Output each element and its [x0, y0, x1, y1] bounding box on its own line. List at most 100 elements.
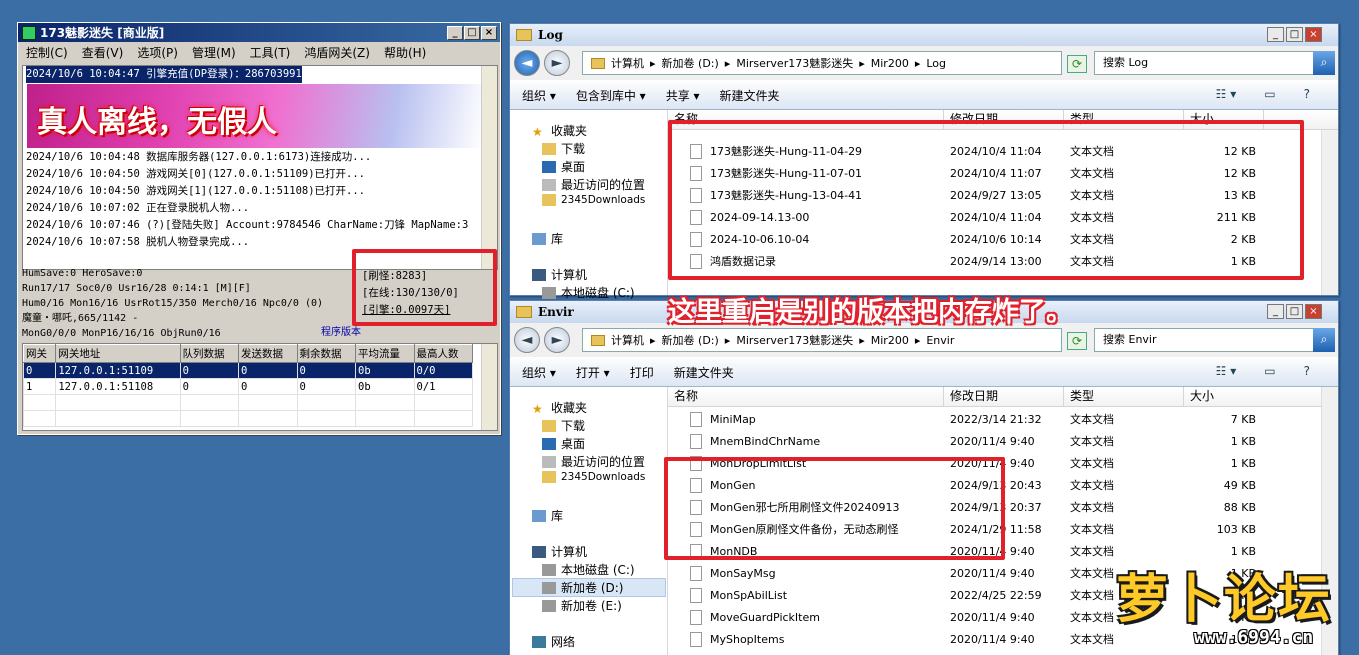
preview-pane-icon[interactable]: ▭ — [1264, 87, 1275, 101]
open-button[interactable]: 打开 ▾ — [576, 364, 610, 381]
col-sent[interactable]: 发送数据 — [238, 344, 298, 363]
nav-library[interactable]: 库 — [532, 507, 563, 524]
folder-icon — [542, 419, 556, 432]
maximize-button[interactable]: □ — [464, 26, 480, 40]
search-input[interactable]: 搜索 Log ⌕ — [1094, 51, 1335, 75]
close-button[interactable]: × — [1305, 304, 1322, 319]
nav-computer[interactable]: 计算机 — [532, 543, 587, 560]
search-icon[interactable]: ⌕ — [1313, 328, 1335, 352]
nav-favorites[interactable]: ★ 收藏夹 — [532, 399, 587, 416]
forward-button[interactable]: ► — [544, 50, 570, 76]
crumb[interactable]: 新加卷 (D:) — [662, 332, 719, 348]
back-button[interactable]: ◄ — [514, 50, 540, 76]
nav-favorites[interactable]: ★ 收藏夹 — [532, 122, 587, 139]
nav-2345downloads[interactable]: 2345Downloads — [542, 471, 645, 483]
col-remain[interactable]: 剩余数据 — [296, 344, 357, 363]
crumb[interactable]: 计算机 — [611, 332, 644, 348]
help-icon[interactable]: ? — [1304, 364, 1310, 378]
log-line: 2024/10/6 10:07:46 (?)[登陆失败] Account:978… — [26, 219, 469, 231]
crumb[interactable]: 新加卷 (D:) — [662, 55, 719, 71]
close-button[interactable]: × — [1305, 27, 1322, 42]
new-folder-button[interactable]: 新建文件夹 — [674, 364, 734, 381]
menu-gateway[interactable]: 鸿盾网关(Z) — [304, 44, 370, 61]
file-type: 文本文档 — [1070, 501, 1114, 514]
back-button[interactable]: ◄ — [514, 327, 540, 353]
crumb[interactable]: Mirserver173魅影迷失 — [736, 55, 853, 71]
share-button[interactable]: 共享 ▾ — [666, 87, 700, 104]
col-type[interactable]: 类型 — [1064, 387, 1184, 406]
file-size: 1 KB — [1230, 434, 1256, 448]
nav-computer[interactable]: 计算机 — [532, 266, 587, 283]
file-row[interactable]: MnemBindChrName 2020/11/4 9:40 文本文档 1 KB — [668, 430, 1338, 452]
col-modified[interactable]: 修改日期 — [944, 387, 1064, 406]
nav-drive-d[interactable]: 新加卷 (D:) — [512, 578, 666, 597]
nav-label: 网络 — [551, 635, 576, 649]
file-type: 文本文档 — [1070, 413, 1114, 426]
help-icon[interactable]: ? — [1304, 87, 1310, 101]
maximize-button[interactable]: □ — [1286, 304, 1303, 319]
menu-control[interactable]: 控制(C) — [26, 44, 68, 61]
nav-desktop[interactable]: 桌面 — [542, 158, 585, 175]
file-name: MiniMap — [710, 412, 756, 426]
col-max-users[interactable]: 最高人数 — [413, 344, 473, 363]
crumb[interactable]: Log — [926, 57, 946, 70]
include-library-button[interactable]: 包含到库中 ▾ — [576, 87, 646, 104]
address-bar[interactable]: 计算机 ▸ 新加卷 (D:) ▸ Mirserver173魅影迷失 ▸ Mir200 ▸… — [582, 328, 1062, 352]
new-folder-button[interactable]: 新建文件夹 — [720, 87, 780, 104]
organize-button[interactable]: 组织 ▾ — [522, 364, 556, 381]
log-scrollbar[interactable] — [481, 66, 497, 269]
menu-help[interactable]: 帮助(H) — [384, 44, 426, 61]
organize-button[interactable]: 组织 ▾ — [522, 87, 556, 104]
menu-tools[interactable]: 工具(T) — [250, 44, 291, 61]
close-button[interactable]: × — [481, 26, 497, 40]
view-icon[interactable]: ☷ ▾ — [1216, 87, 1237, 101]
nav-recent[interactable]: 最近访问的位置 — [542, 453, 645, 470]
print-button[interactable]: 打印 — [630, 364, 654, 381]
file-row[interactable]: MiniMap 2022/3/14 21:32 文本文档 7 KB — [668, 408, 1338, 430]
refresh-icon[interactable]: ⟳ — [1067, 55, 1087, 73]
table-row[interactable]: 0 127.0.0.1:51109 0 0 0 0b 0/0 — [23, 362, 473, 379]
list-scrollbar[interactable] — [1321, 130, 1338, 295]
nav-network[interactable]: 网络 — [532, 633, 575, 650]
maximize-button[interactable]: □ — [1286, 27, 1303, 42]
nav-label: 收藏夹 — [551, 124, 588, 138]
nav-downloads[interactable]: 下载 — [542, 417, 585, 434]
col-address[interactable]: 网关地址 — [55, 344, 181, 363]
col-queue[interactable]: 队列数据 — [179, 344, 240, 363]
computer-icon — [532, 545, 546, 558]
col-size[interactable]: 大小 — [1184, 387, 1324, 406]
crumb[interactable]: Mir200 — [871, 334, 909, 347]
view-icon[interactable]: ☷ ▾ — [1216, 364, 1237, 378]
log-line-selected: 2024/10/6 10:04:47 引擎充值(DP登录)：286703991 — [26, 66, 302, 83]
crumb[interactable]: Envir — [926, 334, 954, 347]
nav-recent[interactable]: 最近访问的位置 — [542, 176, 645, 193]
nav-drive-c[interactable]: 本地磁盘 (C:) — [542, 284, 635, 301]
forward-button[interactable]: ► — [544, 327, 570, 353]
minimize-button[interactable]: _ — [1267, 27, 1284, 42]
crumb[interactable]: Mir200 — [871, 57, 909, 70]
col-name[interactable]: 名称 — [668, 387, 944, 406]
crumb[interactable]: Mirserver173魅影迷失 — [736, 332, 853, 348]
log-console[interactable]: 2024/10/6 10:04:47 引擎充值(DP登录)：286703991 … — [22, 65, 498, 270]
nav-library[interactable]: 库 — [532, 230, 563, 247]
minimize-button[interactable]: _ — [447, 26, 463, 40]
col-gate[interactable]: 网关 — [23, 344, 57, 363]
menu-options[interactable]: 选项(P) — [137, 44, 178, 61]
nav-drive-c[interactable]: 本地磁盘 (C:) — [542, 561, 635, 578]
crumb[interactable]: 计算机 — [611, 55, 644, 71]
gateway-scrollbar[interactable] — [481, 344, 497, 430]
minimize-button[interactable]: _ — [1267, 304, 1284, 319]
search-icon[interactable]: ⌕ — [1313, 51, 1335, 75]
menu-view[interactable]: 查看(V) — [82, 44, 124, 61]
col-traffic[interactable]: 平均流量 — [355, 344, 415, 363]
table-row[interactable]: 1 127.0.0.1:51108 0 0 0 0b 0/1 — [23, 378, 473, 395]
nav-drive-e[interactable]: 新加卷 (E:) — [542, 597, 622, 614]
nav-desktop[interactable]: 桌面 — [542, 435, 585, 452]
search-input[interactable]: 搜索 Envir ⌕ — [1094, 328, 1335, 352]
menu-manage[interactable]: 管理(M) — [192, 44, 236, 61]
refresh-icon[interactable]: ⟳ — [1067, 332, 1087, 350]
preview-pane-icon[interactable]: ▭ — [1264, 364, 1275, 378]
nav-downloads[interactable]: 下载 — [542, 140, 585, 157]
nav-2345downloads[interactable]: 2345Downloads — [542, 194, 645, 206]
address-bar[interactable]: 计算机 ▸ 新加卷 (D:) ▸ Mirserver173魅影迷失 ▸ Mir200 ▸… — [582, 51, 1062, 75]
